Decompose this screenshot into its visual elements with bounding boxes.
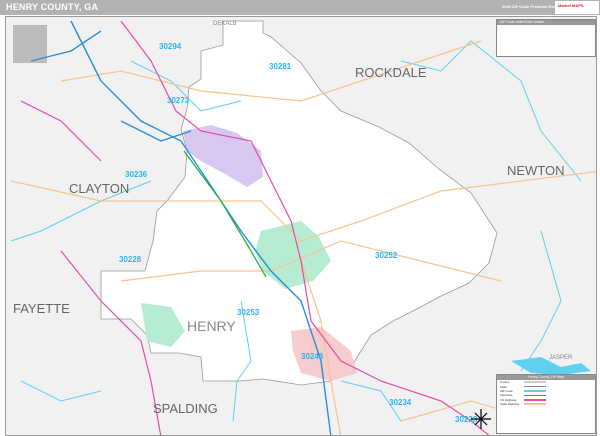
map-svg: CLAYTON ROCKDALE NEWTON FAYETTE SPALDING… [10,20,596,435]
county-label-fayette: FAYETTE [13,301,70,316]
zip-label: 30294 [159,42,182,51]
logo-text: Market MAPS [558,3,584,8]
zip-index-table: ZIP Code Index/Grid Locator [496,19,596,57]
edition-label: 2020 ZIP Code Premium Edition [502,4,563,9]
zip-label: 30248 [301,352,324,361]
zip-label: 30234 [389,398,412,407]
zip-index-title: ZIP Code Index/Grid Locator [497,20,595,25]
zip-label: 30253 [237,308,260,317]
zip-label: 30273 [167,96,190,105]
county-label-dekalb: DEKALB [213,21,237,27]
county-label-rockdale: ROCKDALE [355,65,427,80]
county-label-jasper: JASPER [549,355,573,361]
county-label-spalding: SPALDING [153,401,218,416]
county-label-henry: HENRY [187,318,236,334]
map-canvas[interactable]: CLAYTON ROCKDALE NEWTON FAYETTE SPALDING… [5,16,597,436]
compass-rose-icon [471,409,491,429]
city-area-ellenwood [13,25,47,63]
map-title: HENRY COUNTY, GA [6,2,99,12]
county-label-newton: NEWTON [507,163,565,178]
zip-label: 30228 [119,255,142,264]
zip-label: 30281 [269,62,292,71]
legend-row: State Highway [497,402,595,406]
zip-label: 30252 [375,251,398,260]
map-legend: Henry County ZIP Map County State ZIP Co… [496,374,596,434]
map-header: HENRY COUNTY, GA 2020 ZIP Code Premium E… [0,0,600,15]
publisher-logo: Market MAPS [555,1,599,14]
county-label-clayton: CLAYTON [69,181,129,196]
zip-label: 30236 [125,170,148,179]
